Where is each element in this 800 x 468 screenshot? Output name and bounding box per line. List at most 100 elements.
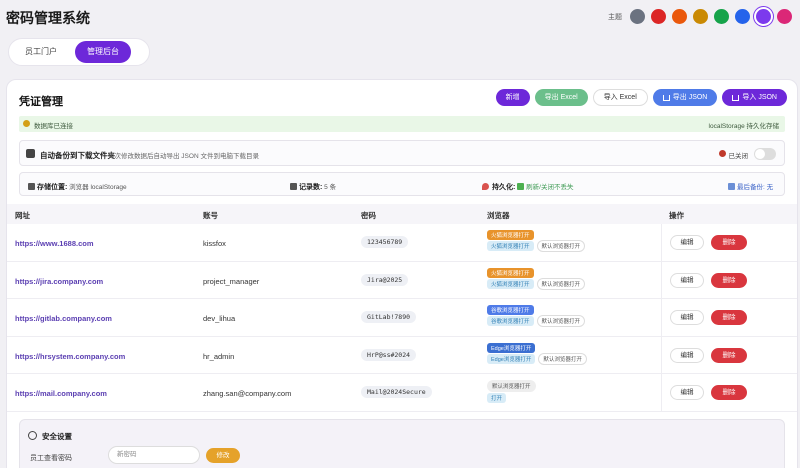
browser-primary-badge[interactable]: Edge浏览器打开	[487, 342, 536, 353]
pin-icon	[482, 183, 489, 190]
table-row: https://www.1688.com kissfox 123456789 火…	[7, 224, 797, 262]
browser-secondary-badge[interactable]: Edge浏览器打开	[487, 353, 536, 364]
upload-icon	[732, 94, 740, 101]
new-password-input[interactable]: 新密码	[108, 446, 200, 464]
edit-button[interactable]: 编辑	[670, 385, 704, 400]
import-excel-button[interactable]: 导入 Excel	[592, 89, 648, 106]
edit-button[interactable]: 编辑	[670, 235, 704, 250]
default-browser-badge[interactable]: 默认浏览器打开	[538, 352, 587, 365]
theme-swatch[interactable]	[756, 9, 771, 24]
row-password: Mail@2024Secure	[361, 386, 432, 398]
theme-swatch[interactable]	[672, 9, 687, 24]
row-account: dev_lihua	[203, 314, 236, 323]
theme-swatch[interactable]	[735, 9, 750, 24]
backup-title: 自动备份到下载文件夹	[40, 151, 115, 160]
tab-employee-portal[interactable]: 员工门户	[13, 41, 69, 63]
import-json-button[interactable]: 导入 JSON	[722, 89, 787, 106]
browser-primary-badge[interactable]: 火狐浏览器打开	[487, 267, 534, 278]
default-browser-badge[interactable]: 默认浏览器打开	[536, 240, 586, 252]
employee-password-label: 员工查看密码	[30, 455, 72, 462]
browser-secondary-badge[interactable]: 火狐浏览器打开	[487, 278, 534, 289]
row-url[interactable]: https://hrsystem.company.com	[15, 352, 125, 361]
row-password: HrP@ss#2024	[361, 348, 417, 361]
theme-swatch[interactable]	[630, 9, 645, 24]
delete-button[interactable]: 删除	[711, 235, 747, 250]
row-browser: 火狐浏览器打开 火狐浏览器打开 默认浏览器打开	[487, 267, 617, 290]
nav-tabs: 员工门户 管理后台	[8, 38, 150, 66]
browser-secondary-badge[interactable]: 打开	[487, 393, 507, 403]
header-url: 网址	[15, 211, 30, 220]
download-icon	[662, 94, 670, 101]
toolbar: 新增 导出 Excel 导入 Excel 导出 JSON 导入 JSON	[495, 89, 787, 106]
row-password: GitLab!7890	[361, 311, 417, 323]
export-json-button[interactable]: 导出 JSON	[652, 89, 718, 106]
backup-state: 已关闭	[728, 153, 749, 160]
browser-primary-badge[interactable]: 火狐浏览器打开	[487, 230, 534, 240]
row-url[interactable]: https://jira.company.com	[15, 277, 103, 286]
row-account: zhang.san@company.com	[203, 389, 292, 398]
storage-location: 存储位置: 浏览器 localStorage	[28, 181, 127, 192]
delete-button[interactable]: 删除	[711, 385, 747, 400]
export-excel-button[interactable]: 导出 Excel	[534, 89, 588, 106]
edit-button[interactable]: 编辑	[670, 347, 704, 363]
row-password: Jira@2025	[361, 273, 409, 286]
row-url[interactable]: https://mail.company.com	[15, 389, 107, 398]
row-actions: 编辑 删除	[661, 374, 797, 411]
folder-icon	[26, 149, 35, 158]
import-json-label: 导入 JSON	[742, 94, 777, 101]
row-url[interactable]: https://gitlab.company.com	[15, 314, 112, 323]
delete-button[interactable]: 删除	[711, 272, 747, 288]
top-bar: 密码管理系统 主题	[0, 0, 800, 36]
settings-icon	[28, 431, 37, 440]
row-password: 123456789	[361, 236, 409, 248]
row-actions: 编辑 删除	[661, 224, 797, 261]
row-browser: 谷歌浏览器打开 谷歌浏览器打开 默认浏览器打开	[487, 305, 617, 327]
row-actions: 编辑 删除	[661, 336, 797, 374]
row-account: hr_admin	[203, 351, 235, 361]
browser-secondary-badge[interactable]: 火狐浏览器打开	[487, 241, 534, 251]
row-url[interactable]: https://www.1688.com	[15, 239, 94, 248]
table-header: 网址 账号 密码 浏览器 操作	[7, 204, 797, 224]
edit-button[interactable]: 编辑	[670, 310, 704, 325]
row-actions: 编辑 删除	[661, 299, 797, 336]
table-row: https://gitlab.company.com dev_lihua Git…	[7, 299, 797, 337]
row-browser: Edge浏览器打开 Edge浏览器打开 默认浏览器打开	[487, 342, 617, 365]
change-password-button[interactable]: 修改	[206, 448, 240, 463]
browser-secondary-badge[interactable]: 谷歌浏览器打开	[487, 316, 534, 326]
header-browser: 浏览器	[487, 211, 510, 220]
check-icon	[517, 183, 525, 190]
browser-primary-badge[interactable]: 谷歌浏览器打开	[487, 305, 534, 315]
export-json-label: 导出 JSON	[672, 94, 708, 101]
panel-title: 凭证管理	[19, 96, 63, 108]
row-browser: 默认浏览器打开 打开	[487, 380, 617, 403]
status-text: 数据库已连接	[34, 123, 73, 130]
theme-swatch[interactable]	[693, 9, 708, 24]
row-actions: 编辑 删除	[661, 261, 797, 299]
security-title: 安全设置	[42, 432, 72, 441]
credentials-panel: 凭证管理 新增 导出 Excel 导入 Excel 导出 JSON 导入 JSO…	[6, 79, 798, 468]
backup-toggle[interactable]	[754, 148, 776, 160]
tab-admin[interactable]: 管理后台	[75, 41, 131, 63]
theme-swatch[interactable]	[714, 9, 729, 24]
row-account: project_manager	[203, 276, 260, 286]
edit-button[interactable]: 编辑	[670, 272, 704, 288]
theme-swatch[interactable]	[777, 9, 792, 24]
db-status-bar: 数据库已连接 localStorage 持久化存储	[19, 116, 785, 132]
persistence-info: 持久化: 刷新/关闭不丢失	[482, 181, 573, 192]
row-account: kissfox	[203, 239, 226, 248]
last-backup: 最后备份: 无	[728, 181, 773, 191]
backup-desc: 每次修改数据后自动导出 JSON 文件到电脑下载目录	[108, 153, 259, 160]
default-browser-badge[interactable]: 默认浏览器打开	[487, 380, 536, 392]
default-browser-badge[interactable]: 默认浏览器打开	[536, 315, 586, 327]
backup-icon	[728, 183, 735, 190]
credentials-table: 网址 账号 密码 浏览器 操作 https://www.1688.com kis…	[7, 204, 797, 412]
storage-text: localStorage 持久化存储	[708, 123, 779, 130]
default-browser-badge[interactable]: 默认浏览器打开	[536, 277, 586, 290]
record-count: 记录数: 5 条	[290, 181, 336, 192]
delete-button[interactable]: 删除	[711, 310, 747, 325]
theme-label: 主题	[608, 13, 622, 21]
row-browser: 火狐浏览器打开 火狐浏览器打开 默认浏览器打开	[487, 230, 617, 252]
new-button[interactable]: 新增	[495, 89, 530, 106]
delete-button[interactable]: 删除	[711, 347, 747, 363]
theme-swatch[interactable]	[651, 9, 666, 24]
